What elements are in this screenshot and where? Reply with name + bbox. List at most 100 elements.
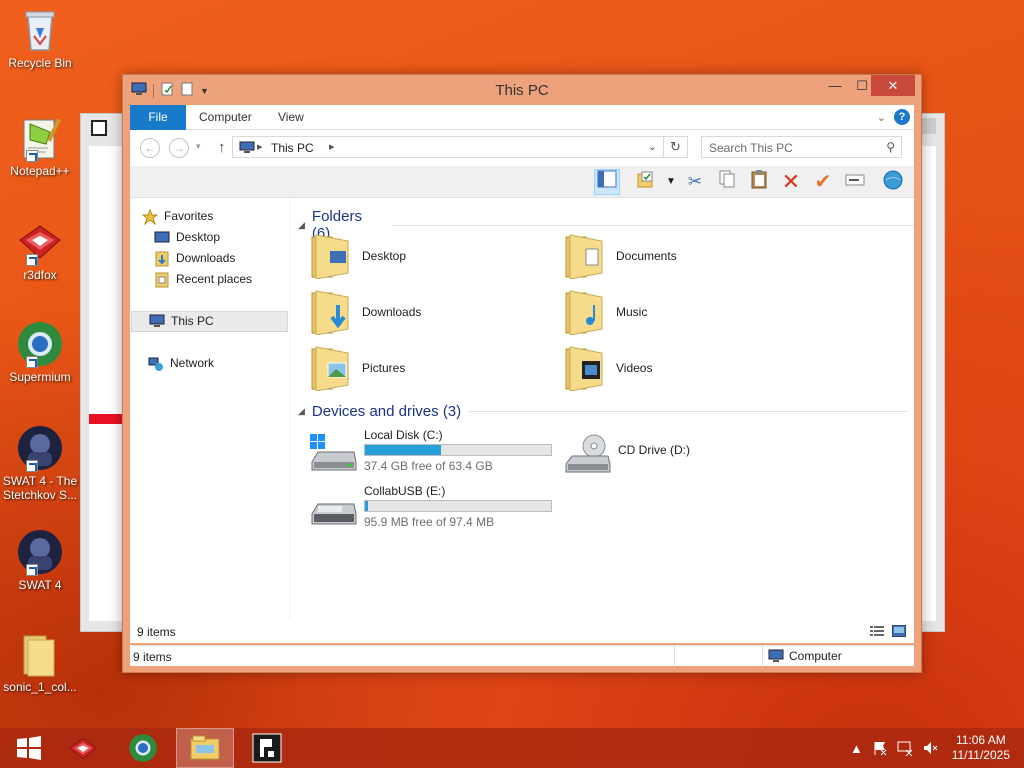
explorer-window[interactable]: ▼ This PC — ☐ ✕ File Computer View ⌄ ? ←… [122, 74, 922, 673]
taskbar-supermium[interactable] [114, 728, 172, 768]
swat4-icon [16, 424, 64, 472]
drive-usage-fill [365, 445, 442, 455]
sidebar-item-network[interactable]: Network [148, 353, 284, 374]
volume-muted-icon[interactable] [922, 728, 938, 768]
folder-label: Downloads [362, 305, 422, 319]
address-bar[interactable]: ▸ This PC ▸ ⌄ ↻ [232, 136, 688, 158]
copy-icon[interactable] [714, 169, 740, 195]
tab-file[interactable]: File [130, 105, 186, 130]
help-icon[interactable]: ? [894, 109, 910, 125]
desktop-icon-swat4-stetchkov[interactable]: SWAT 4 - The Stetchkov S... [2, 424, 78, 502]
taskbar-file-explorer[interactable] [176, 728, 234, 768]
start-button[interactable] [0, 728, 58, 768]
clock-time: 11:06 AM [955, 733, 1006, 747]
downloads-icon [154, 251, 170, 267]
scrollbar[interactable] [922, 118, 936, 134]
taskbar-r3dfox[interactable] [54, 728, 112, 768]
cd-drive-icon [564, 434, 612, 474]
forward-button[interactable]: → [169, 138, 189, 158]
desktop-icon-recycle-bin[interactable]: Recycle Bin [2, 6, 78, 70]
action-center-flag-icon[interactable] [872, 728, 888, 768]
folder-tile-videos[interactable]: Videos [564, 342, 652, 394]
desktop-icon-sonic-folder[interactable]: sonic_1_col... [2, 630, 78, 694]
folder-tile-music[interactable]: Music [564, 286, 647, 338]
clock[interactable]: 11:06 AM 11/11/2025 [952, 733, 1010, 763]
paste-icon[interactable] [746, 169, 772, 195]
status-bar: 9 items Computer [130, 645, 914, 667]
desktop-icon-label: sonic_1_col... [3, 680, 77, 694]
drive-free-space: 37.4 GB free of 63.4 GB [364, 459, 493, 473]
large-icons-view-icon[interactable] [891, 624, 907, 638]
chevron-right-icon[interactable]: ▸ [329, 140, 335, 153]
search-box[interactable]: Search This PC ⚲ [701, 136, 902, 158]
folder-icon [16, 630, 64, 678]
collapse-triangle-icon[interactable]: ◢ [298, 406, 305, 417]
desktop-icon-r3dfox[interactable]: r3dfox [2, 218, 78, 282]
title-bar[interactable]: ▼ This PC — ☐ ✕ [123, 75, 921, 105]
chevron-down-icon[interactable]: ⌄ [648, 140, 657, 153]
chevron-down-icon[interactable]: ▼ [658, 169, 684, 195]
folder-label: Music [616, 305, 648, 319]
drive-tile-cd-drive-d[interactable]: CD Drive (D:) [564, 428, 764, 480]
cut-icon[interactable]: ✂ [682, 169, 708, 195]
sidebar-item-desktop[interactable]: Desktop [154, 227, 284, 248]
folder-tile-desktop[interactable]: Desktop [310, 230, 406, 282]
delete-icon[interactable]: ✕ [778, 169, 804, 195]
sidebar-item-favorites[interactable]: Favorites [141, 206, 282, 227]
sidebar-item-downloads[interactable]: Downloads [154, 248, 284, 269]
expand-ribbon-icon[interactable]: ⌄ [877, 111, 886, 124]
up-button[interactable]: ↑ [218, 139, 226, 156]
documents-folder-icon [564, 233, 608, 280]
videos-folder-icon [564, 345, 608, 392]
folder-label: Desktop [362, 249, 407, 263]
supermium-icon [129, 734, 157, 762]
chevron-right-icon[interactable]: ▸ [257, 140, 263, 153]
group-header-drives[interactable]: ◢ Devices and drives (3) [298, 403, 910, 420]
refresh-button[interactable]: ↻ [663, 137, 687, 157]
desktop-icon-supermium[interactable]: Supermium [2, 320, 78, 384]
drive-tile-local-disk-c[interactable]: Local Disk (C:) 37.4 GB free of 63.4 GB [310, 428, 560, 480]
breadcrumb-this-pc[interactable]: This PC [271, 141, 314, 155]
folder-label: Videos [616, 361, 653, 375]
rename-icon[interactable] [842, 169, 868, 195]
network-status-icon[interactable] [896, 728, 914, 768]
folder-tile-downloads[interactable]: Downloads [310, 286, 421, 338]
recent-locations-icon[interactable]: ▾ [196, 141, 201, 152]
network-globe-icon[interactable] [880, 169, 906, 195]
desktop-icon-notepad-plus-plus[interactable]: Notepad++ [2, 114, 78, 178]
ribbon-tabs: File Computer View ⌄ ? [130, 105, 914, 130]
close-button[interactable]: ✕ [871, 75, 915, 96]
sidebar-item-this-pc[interactable]: This PC [131, 311, 288, 332]
desktop-icon-label: SWAT 4 - The Stetchkov S... [2, 474, 78, 502]
music-folder-icon [564, 289, 608, 336]
tab-computer[interactable]: Computer [186, 105, 265, 130]
tab-view[interactable]: View [265, 105, 317, 130]
sidebar-item-recent-places[interactable]: Recent places [154, 269, 284, 290]
r3dfox-icon [69, 738, 97, 760]
windows-drive-icon [310, 434, 358, 474]
item-count: 9 items [137, 625, 176, 639]
taskbar-app[interactable] [238, 728, 296, 768]
sidebar-item-label: Network [170, 356, 215, 370]
rename-check-icon[interactable]: ✔ [810, 169, 836, 195]
collapse-triangle-icon[interactable]: ◢ [298, 220, 305, 231]
details-view-icon[interactable] [870, 625, 884, 637]
drive-free-space: 95.9 MB free of 97.4 MB [364, 515, 495, 529]
search-placeholder: Search This PC [709, 141, 793, 155]
folder-label: Documents [616, 249, 677, 263]
desktop-folder-icon [310, 233, 354, 280]
back-button[interactable]: ← [140, 138, 160, 158]
notepad-plus-plus-icon [16, 114, 64, 162]
folder-tile-documents[interactable]: Documents [564, 230, 677, 282]
desktop-icon-label: Notepad++ [10, 164, 70, 178]
show-hidden-icons[interactable]: ▲ [850, 728, 863, 768]
windows-logo-icon [17, 736, 41, 760]
desktop-icon-swat4[interactable]: SWAT 4 [2, 528, 78, 592]
properties-icon[interactable] [632, 169, 658, 195]
minimize-button[interactable]: — [821, 75, 849, 96]
drive-tile-collabusb-e[interactable]: CollabUSB (E:) 95.9 MB free of 97.4 MB [310, 484, 560, 536]
folder-tile-pictures[interactable]: Pictures [310, 342, 405, 394]
search-icon[interactable]: ⚲ [886, 140, 895, 154]
desktop-icon-label: Recycle Bin [8, 56, 72, 70]
preview-pane-button[interactable] [594, 169, 620, 195]
